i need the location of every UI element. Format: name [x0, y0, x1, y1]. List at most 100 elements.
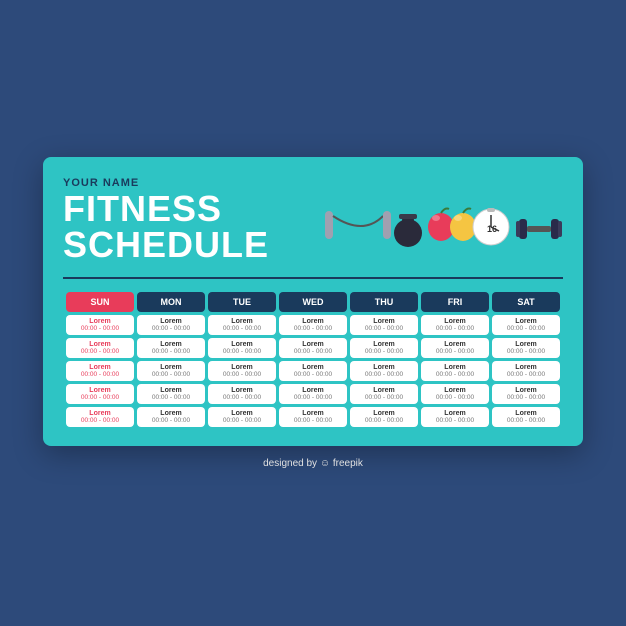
header-thu: THU	[350, 292, 418, 312]
cell-label: Lorem	[425, 364, 485, 371]
cell-label: Lorem	[354, 341, 414, 348]
cell-time: 00:00 - 00:00	[283, 371, 343, 378]
table-cell: Lorem00:00 - 00:00	[492, 407, 560, 427]
freepik-icon: ☺	[320, 458, 333, 469]
table-row: Lorem00:00 - 00:00Lorem00:00 - 00:00Lore…	[66, 407, 560, 427]
fitness-title: FITNESS SCHEDULE	[63, 191, 323, 263]
cell-time: 00:00 - 00:00	[141, 394, 201, 401]
table-cell: Lorem00:00 - 00:00	[492, 338, 560, 358]
cell-label: Lorem	[354, 410, 414, 417]
cell-time: 00:00 - 00:00	[212, 348, 272, 355]
header-fri: FRI	[421, 292, 489, 312]
cell-label: Lorem	[212, 318, 272, 325]
brand-name: freepik	[333, 458, 363, 469]
cell-time: 00:00 - 00:00	[212, 371, 272, 378]
table-cell: Lorem00:00 - 00:00	[279, 338, 347, 358]
table-cell: Lorem00:00 - 00:00	[279, 361, 347, 381]
cell-time: 00:00 - 00:00	[141, 417, 201, 424]
cell-time: 00:00 - 00:00	[354, 325, 414, 332]
cell-time: 00:00 - 00:00	[70, 417, 130, 424]
cell-time: 00:00 - 00:00	[141, 348, 201, 355]
table-cell: Lorem00:00 - 00:00	[492, 361, 560, 381]
cell-time: 00:00 - 00:00	[354, 348, 414, 355]
cell-time: 00:00 - 00:00	[212, 417, 272, 424]
table-cell: Lorem00:00 - 00:00	[66, 338, 134, 358]
table-cell: Lorem00:00 - 00:00	[208, 315, 276, 335]
table-cell: Lorem00:00 - 00:00	[421, 338, 489, 358]
table-row: Lorem00:00 - 00:00Lorem00:00 - 00:00Lore…	[66, 338, 560, 358]
cell-time: 00:00 - 00:00	[70, 371, 130, 378]
header-sat: SAT	[492, 292, 560, 312]
table-cell: Lorem00:00 - 00:00	[137, 384, 205, 404]
cell-label: Lorem	[283, 410, 343, 417]
table-cell: Lorem00:00 - 00:00	[492, 384, 560, 404]
cell-time: 00:00 - 00:00	[283, 394, 343, 401]
title-line2: SCHEDULE	[63, 224, 269, 265]
divider	[63, 277, 563, 279]
cell-time: 00:00 - 00:00	[496, 394, 556, 401]
table-cell: Lorem00:00 - 00:00	[137, 315, 205, 335]
cell-label: Lorem	[283, 318, 343, 325]
cell-label: Lorem	[141, 341, 201, 348]
table-cell: Lorem00:00 - 00:00	[350, 315, 418, 335]
table-cell: Lorem00:00 - 00:00	[66, 361, 134, 381]
table-cell: Lorem00:00 - 00:00	[350, 407, 418, 427]
table-row: Lorem00:00 - 00:00Lorem00:00 - 00:00Lore…	[66, 361, 560, 381]
table-cell: Lorem00:00 - 00:00	[279, 315, 347, 335]
table-header-row: SUN MON TUE WED THU FRI SAT	[66, 292, 560, 312]
cell-label: Lorem	[425, 410, 485, 417]
cell-time: 00:00 - 00:00	[354, 371, 414, 378]
schedule-table: SUN MON TUE WED THU FRI SAT Lorem00:00 -…	[63, 289, 563, 430]
table-row: Lorem00:00 - 00:00Lorem00:00 - 00:00Lore…	[66, 315, 560, 335]
cell-label: Lorem	[354, 318, 414, 325]
cell-time: 00:00 - 00:00	[70, 325, 130, 332]
cell-label: Lorem	[141, 410, 201, 417]
table-row: Lorem00:00 - 00:00Lorem00:00 - 00:00Lore…	[66, 384, 560, 404]
cell-label: Lorem	[141, 364, 201, 371]
table-cell: Lorem00:00 - 00:00	[279, 384, 347, 404]
cell-label: Lorem	[70, 387, 130, 394]
table-cell: Lorem00:00 - 00:00	[421, 315, 489, 335]
cell-time: 00:00 - 00:00	[70, 394, 130, 401]
cell-label: Lorem	[212, 341, 272, 348]
cell-label: Lorem	[70, 318, 130, 325]
cell-label: Lorem	[283, 387, 343, 394]
table-cell: Lorem00:00 - 00:00	[137, 338, 205, 358]
cell-label: Lorem	[141, 387, 201, 394]
table-cell: Lorem00:00 - 00:00	[421, 361, 489, 381]
fitness-schedule-card: YOUR NAME FITNESS SCHEDULE	[43, 157, 583, 446]
cell-time: 00:00 - 00:00	[141, 371, 201, 378]
table-cell: Lorem00:00 - 00:00	[208, 338, 276, 358]
cell-label: Lorem	[70, 364, 130, 371]
header-mon: MON	[137, 292, 205, 312]
table-cell: Lorem00:00 - 00:00	[350, 338, 418, 358]
table-cell: Lorem00:00 - 00:00	[350, 361, 418, 381]
cell-time: 00:00 - 00:00	[496, 348, 556, 355]
cell-label: Lorem	[70, 410, 130, 417]
table-cell: Lorem00:00 - 00:00	[66, 384, 134, 404]
cell-time: 00:00 - 00:00	[141, 325, 201, 332]
cell-time: 00:00 - 00:00	[283, 325, 343, 332]
header-tue: TUE	[208, 292, 276, 312]
table-cell: Lorem00:00 - 00:00	[421, 384, 489, 404]
cell-time: 00:00 - 00:00	[212, 325, 272, 332]
header-icons: 16	[323, 177, 563, 261]
card-header: YOUR NAME FITNESS SCHEDULE	[63, 177, 563, 263]
cell-label: Lorem	[496, 364, 556, 371]
table-cell: Lorem00:00 - 00:00	[208, 407, 276, 427]
cell-label: Lorem	[283, 341, 343, 348]
cell-time: 00:00 - 00:00	[283, 417, 343, 424]
cell-label: Lorem	[354, 387, 414, 394]
cell-label: Lorem	[212, 410, 272, 417]
cell-time: 00:00 - 00:00	[70, 348, 130, 355]
cell-time: 00:00 - 00:00	[496, 371, 556, 378]
cell-label: Lorem	[496, 410, 556, 417]
table-cell: Lorem00:00 - 00:00	[137, 407, 205, 427]
cell-label: Lorem	[212, 387, 272, 394]
cell-label: Lorem	[141, 318, 201, 325]
table-cell: Lorem00:00 - 00:00	[66, 407, 134, 427]
header-wed: WED	[279, 292, 347, 312]
cell-label: Lorem	[354, 364, 414, 371]
cell-label: Lorem	[496, 387, 556, 394]
cell-time: 00:00 - 00:00	[496, 325, 556, 332]
